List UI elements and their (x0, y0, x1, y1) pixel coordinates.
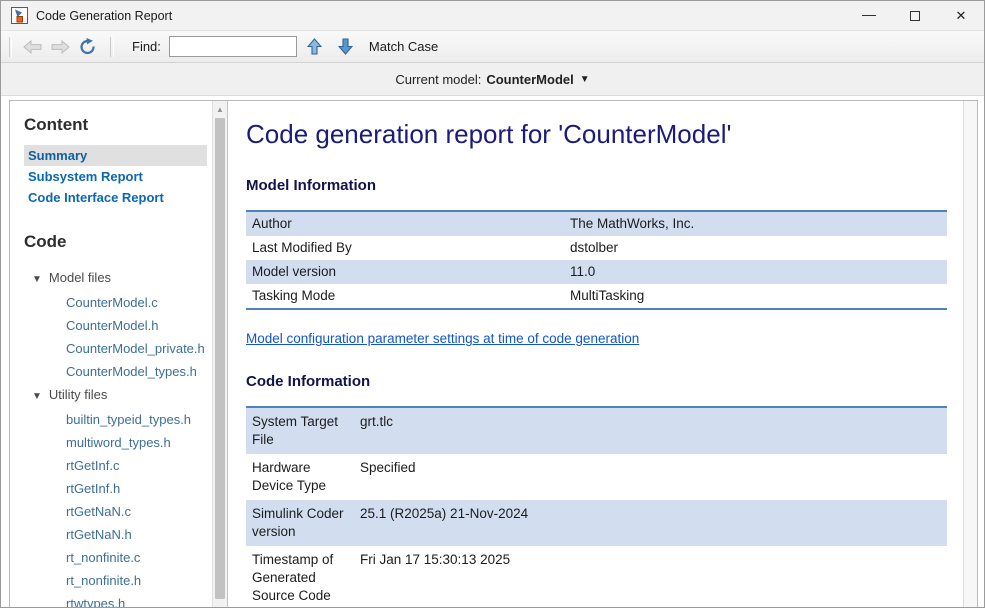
file-link[interactable]: CounterModel.h (24, 314, 207, 337)
main-scrollbar[interactable] (963, 101, 977, 607)
content-link-code-interface-report[interactable]: Code Interface Report (24, 187, 207, 208)
cell-label: Timestamp of Generated Source Code (246, 546, 354, 607)
table-row: Simulink Coder version25.1 (R2025a) 21-N… (246, 500, 947, 546)
maximize-button[interactable] (892, 1, 938, 30)
cell-value: 25.1 (R2025a) 21-Nov-2024 (354, 500, 947, 546)
code-heading: Code (24, 232, 207, 252)
file-link[interactable]: rtGetInf.c (24, 454, 207, 477)
cell-value: 11.0 (564, 260, 947, 284)
table-row: Timestamp of Generated Source CodeFri Ja… (246, 546, 947, 607)
code-file-tree: ▼ Model files CounterModel.cCounterModel.h… (24, 266, 207, 607)
cell-label: Model version (246, 260, 564, 284)
cell-label: Last Modified By (246, 236, 564, 260)
code-generation-report-window: Code Generation Report — ✕ Find: (0, 0, 985, 608)
maximize-icon (910, 11, 920, 21)
cell-value: MultiTasking (564, 284, 947, 309)
minimize-button[interactable]: — (846, 1, 892, 30)
current-model-selector[interactable]: CounterModel (486, 72, 573, 87)
sidebar-scrollbar[interactable]: ▲ (212, 101, 227, 607)
content-link-subsystem-report[interactable]: Subsystem Report (24, 166, 207, 187)
model-configuration-link[interactable]: Model configuration parameter settings a… (246, 331, 639, 346)
table-row: Tasking ModeMultiTasking (246, 284, 947, 309)
report-panel: Content SummarySubsystem ReportCode Inte… (9, 100, 978, 607)
table-row: Hardware Device TypeSpecified (246, 454, 947, 500)
cell-label: Hardware Device Type (246, 454, 354, 500)
back-arrow-icon (23, 40, 42, 54)
file-link[interactable]: builtin_typeid_types.h (24, 408, 207, 431)
scroll-up-button[interactable]: ▲ (213, 101, 227, 117)
file-link[interactable]: rtwtypes.h (24, 592, 207, 607)
back-button[interactable] (18, 34, 46, 60)
refresh-button[interactable] (74, 34, 102, 60)
file-link[interactable]: rt_nonfinite.c (24, 546, 207, 569)
model-dropdown-caret-icon[interactable]: ▼ (580, 74, 590, 85)
cell-value: The MathWorks, Inc. (564, 211, 947, 236)
find-down-icon (338, 38, 353, 55)
file-link[interactable]: CounterModel.c (24, 291, 207, 314)
tree-group-toggle[interactable]: ▼ Model files (24, 266, 207, 291)
table-row: AuthorThe MathWorks, Inc. (246, 211, 947, 236)
cell-label: System Target File (246, 407, 354, 454)
sidebar-scrollbar-thumb[interactable] (215, 118, 225, 599)
file-link[interactable]: rtGetNaN.c (24, 500, 207, 523)
table-row: Model version11.0 (246, 260, 947, 284)
model-information-heading: Model Information (246, 177, 947, 194)
cell-value: dstolber (564, 236, 947, 260)
page-title: Code generation report for 'CounterModel… (246, 119, 947, 150)
file-link[interactable]: CounterModel_types.h (24, 360, 207, 383)
find-next-button[interactable] (332, 34, 359, 60)
file-link[interactable]: CounterModel_private.h (24, 337, 207, 360)
content-nav: SummarySubsystem ReportCode Interface Re… (24, 145, 207, 208)
title-bar: Code Generation Report — ✕ (1, 1, 984, 31)
forward-button[interactable] (46, 34, 74, 60)
code-info-table: System Target Filegrt.tlcHardware Device… (246, 406, 947, 607)
cell-label: Tasking Mode (246, 284, 564, 309)
window-title: Code Generation Report (36, 9, 846, 23)
tree-group-label: Model files (49, 270, 111, 285)
toolbar-separator (110, 37, 114, 57)
file-link[interactable]: rt_nonfinite.h (24, 569, 207, 592)
report-main-panel: Code generation report for 'CounterModel… (228, 101, 977, 607)
file-link[interactable]: multiword_types.h (24, 431, 207, 454)
simulink-report-icon (11, 7, 28, 24)
current-model-bar: Current model: CounterModel ▼ (1, 63, 984, 96)
find-label: Find: (132, 39, 161, 54)
find-toolbar: Find: Match Case (1, 31, 984, 63)
toolbar-grip[interactable] (9, 37, 12, 57)
file-link[interactable]: rtGetNaN.h (24, 523, 207, 546)
current-model-label: Current model: (395, 72, 481, 87)
cell-value: Specified (354, 454, 947, 500)
tree-group-label: Utility files (49, 387, 108, 402)
refresh-icon (79, 38, 97, 55)
cell-value: Fri Jan 17 15:30:13 2025 (354, 546, 947, 607)
close-button[interactable]: ✕ (938, 1, 984, 30)
collapse-triangle-icon: ▼ (32, 274, 42, 285)
forward-arrow-icon (51, 40, 70, 54)
cell-label: Author (246, 211, 564, 236)
find-previous-button[interactable] (301, 34, 328, 60)
cell-label: Simulink Coder version (246, 500, 354, 546)
find-input[interactable] (169, 36, 297, 57)
table-row: System Target Filegrt.tlc (246, 407, 947, 454)
sidebar: Content SummarySubsystem ReportCode Inte… (10, 101, 228, 607)
collapse-triangle-icon: ▼ (32, 391, 42, 402)
cell-value: grt.tlc (354, 407, 947, 454)
content-link-summary[interactable]: Summary (24, 145, 207, 166)
file-link[interactable]: rtGetInf.h (24, 477, 207, 500)
find-up-icon (307, 38, 322, 55)
match-case-toggle[interactable]: Match Case (369, 39, 438, 54)
table-row: Last Modified Bydstolber (246, 236, 947, 260)
tree-group-toggle[interactable]: ▼ Utility files (24, 383, 207, 408)
code-information-heading: Code Information (246, 373, 947, 390)
content-heading: Content (24, 115, 207, 135)
model-info-table: AuthorThe MathWorks, Inc.Last Modified B… (246, 210, 947, 310)
